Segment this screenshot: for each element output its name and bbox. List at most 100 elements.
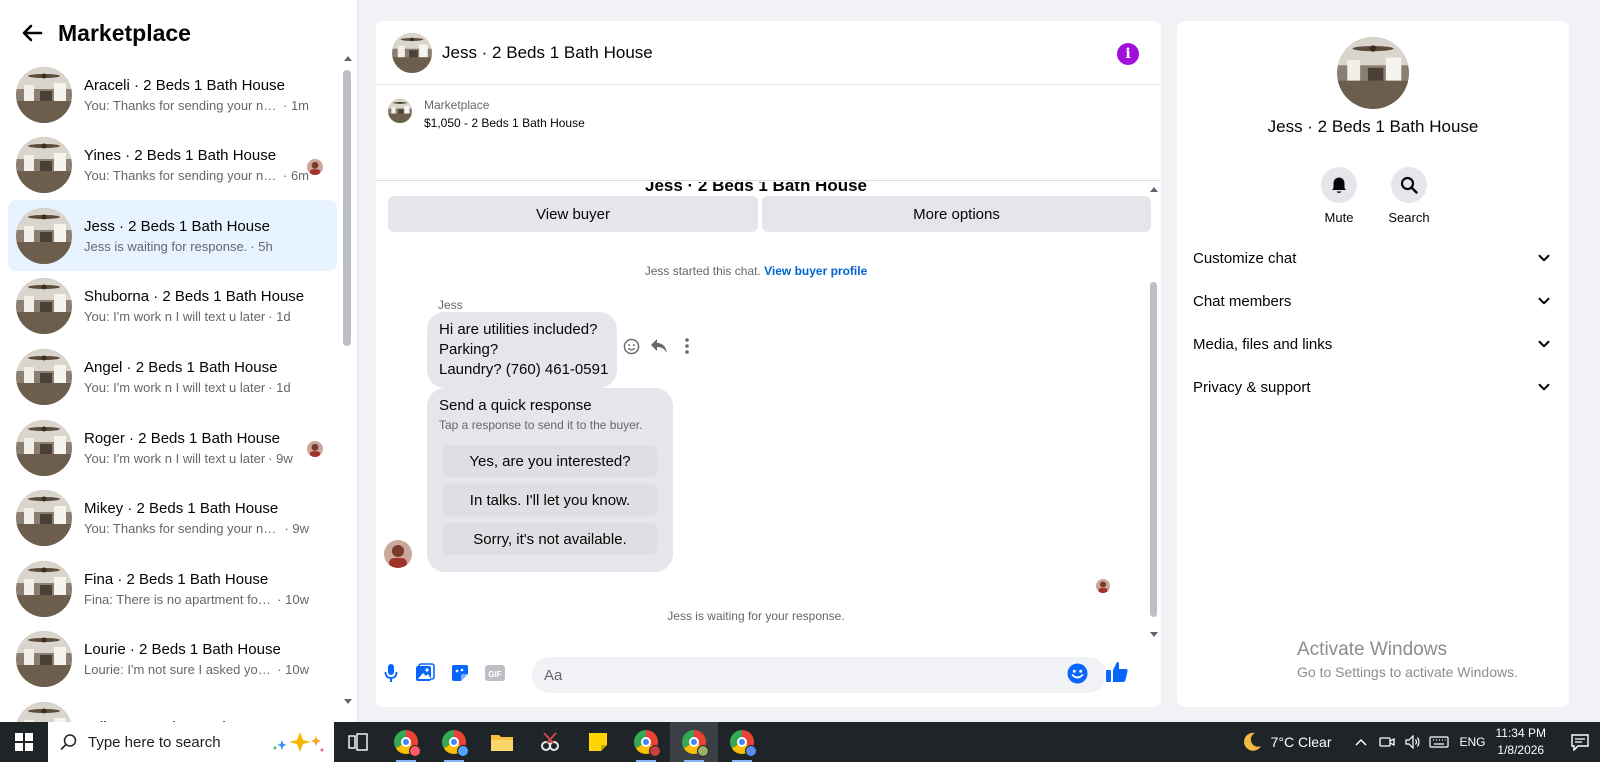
mute-button[interactable]: Mute: [1309, 167, 1369, 225]
conversation-text: Angel · 2 Beds 1 Bath House You: I'm work…: [84, 359, 309, 395]
quick-response-option-interested[interactable]: Yes, are you interested?: [443, 445, 657, 477]
system-tray: 7°C Clear ENG 11:34 PM 1/8/2026: [1241, 722, 1600, 762]
conversation-name: Yines · 2 Beds 1 Bath House: [84, 147, 277, 165]
like-thumbs-up-icon[interactable]: [1105, 660, 1129, 684]
chrome-profile-3-icon[interactable]: [622, 722, 670, 762]
message-bubble[interactable]: Hi are utilities included? Parking? Laun…: [427, 312, 617, 388]
chevron-down-icon: [1535, 378, 1553, 396]
view-buyer-profile-link[interactable]: View buyer profile: [764, 264, 867, 278]
listing-thumbnail[interactable]: [388, 99, 412, 123]
customize-chat-section[interactable]: Customize chat: [1193, 243, 1553, 273]
conversation-item[interactable]: Roger · 2 Beds 1 Bath House You: I'm work…: [8, 412, 337, 483]
sticker-icon[interactable]: [449, 662, 471, 684]
task-view-icon[interactable]: [334, 722, 382, 762]
conversation-text: Jess · 2 Beds 1 Bath House Jess is waitin…: [84, 218, 309, 254]
chrome-profile-4-icon[interactable]: [670, 722, 718, 762]
preview-time: · 6m: [283, 168, 309, 184]
gif-icon[interactable]: GIF: [484, 662, 506, 684]
chrome-profile-1-icon[interactable]: [382, 722, 430, 762]
windows-taskbar: Type here to search 7°C Clear ENG 11:34 …: [0, 722, 1600, 762]
sender-avatar[interactable]: [384, 540, 412, 568]
conversation-item[interactable]: Yines · 2 Beds 1 Bath House You: Thanks f…: [8, 130, 337, 201]
weather-widget[interactable]: 7°C Clear: [1241, 731, 1332, 753]
scroll-down-arrow-icon[interactable]: [344, 699, 352, 704]
chrome-profile-2-icon[interactable]: [430, 722, 478, 762]
file-explorer-icon[interactable]: [478, 722, 526, 762]
conversation-avatar: [16, 561, 72, 617]
chat-scrollbar[interactable]: [1148, 182, 1160, 637]
conversation-text: Mikey · 2 Beds 1 Bath House You: Thanks f…: [84, 500, 309, 536]
more-vertical-icon[interactable]: [678, 337, 696, 355]
conversation-item[interactable]: Araceli · 2 Beds 1 Bath House You: Thanks…: [8, 59, 337, 130]
chat-scroll-thumb[interactable]: [1150, 282, 1157, 617]
windows-start-icon[interactable]: [0, 722, 48, 762]
message-line: Laundry? (760) 461-0591: [439, 361, 609, 378]
preview-time: · 1d: [268, 379, 291, 395]
emoji-icon[interactable]: [1066, 662, 1088, 684]
search-button[interactable]: Search: [1379, 167, 1439, 225]
message-input[interactable]: [532, 657, 1106, 693]
started-text: Jess started this chat.: [644, 264, 761, 278]
media-files-links-section[interactable]: Media, files and links: [1193, 329, 1553, 359]
message-actions: [622, 337, 696, 355]
section-label: Chat members: [1193, 292, 1292, 310]
conversation-preview: You: Thanks for sending your num... · 1m: [84, 98, 309, 113]
waiting-notice: Jess is waiting for your response.: [667, 609, 845, 623]
reply-icon[interactable]: [650, 337, 668, 355]
conversation-item[interactable]: Fina · 2 Beds 1 Bath House Fina: There is…: [8, 553, 337, 624]
profile-avatar[interactable]: [1337, 37, 1409, 109]
microphone-icon[interactable]: [380, 662, 402, 684]
weather-text: 7°C Clear: [1270, 734, 1332, 750]
conversation-avatar: [16, 137, 72, 193]
chevron-up-icon[interactable]: [1350, 731, 1372, 753]
conversation-name: Mikey · 2 Beds 1 Bath House: [84, 500, 279, 518]
conversation-avatar: [16, 420, 72, 476]
conversation-preview: You: I'm work n I will text u later · 1d: [84, 380, 309, 395]
scroll-down-arrow-icon[interactable]: [1150, 632, 1158, 637]
preview-time: · 9w: [284, 521, 309, 537]
conversation-name: Angel · 2 Beds 1 Bath House: [84, 358, 278, 376]
conversation-item[interactable]: Julian · 2 Beds 1 Bath House: [8, 694, 337, 722]
conversation-name: Araceli · 2 Beds 1 Bath House: [84, 76, 285, 94]
sidebar-scroll-thumb[interactable]: [343, 70, 351, 346]
listing-banner: Marketplace $1,050 - 2 Beds 1 Bath House…: [376, 85, 1161, 232]
notifications-icon[interactable]: [1560, 722, 1600, 762]
quick-response-option-in-talks[interactable]: In talks. I'll let you know.: [443, 484, 657, 516]
snipping-tool-icon[interactable]: [526, 722, 574, 762]
sidebar-scrollbar[interactable]: [341, 54, 355, 722]
sticky-notes-icon[interactable]: [574, 722, 622, 762]
scroll-up-arrow-icon[interactable]: [344, 56, 352, 61]
profile-name: Jess · 2 Beds 1 Bath House: [1267, 117, 1479, 136]
watermark-line-1: Activate Windows: [1297, 639, 1447, 660]
scroll-up-arrow-icon[interactable]: [1150, 187, 1158, 192]
quick-response-option-not-available[interactable]: Sorry, it's not available.: [443, 523, 657, 555]
conversation-avatar: [16, 208, 72, 264]
conversation-item[interactable]: Mikey · 2 Beds 1 Bath House You: Thanks f…: [8, 483, 337, 554]
privacy-support-section[interactable]: Privacy & support: [1193, 372, 1553, 402]
keyboard-icon[interactable]: [1428, 731, 1450, 753]
chat-members-section[interactable]: Chat members: [1193, 286, 1553, 316]
chat-avatar[interactable]: [392, 33, 432, 73]
chevron-down-icon: [1535, 335, 1553, 353]
chat-title[interactable]: Jess · 2 Beds 1 Bath House: [442, 43, 653, 63]
info-icon[interactable]: i: [1117, 43, 1139, 65]
conversation-item[interactable]: Shuborna · 2 Beds 1 Bath House You: I'm w…: [8, 271, 337, 342]
preview-text: Fina: There is no apartment for tw...: [84, 591, 275, 607]
back-arrow-icon[interactable]: [20, 21, 44, 45]
photo-icon[interactable]: [414, 662, 436, 684]
gif-label: GIF: [488, 670, 501, 679]
conversation-item[interactable]: Lourie · 2 Beds 1 Bath House Lourie: I'm …: [8, 624, 337, 695]
taskbar-clock[interactable]: 11:34 PM 1/8/2026: [1496, 725, 1546, 759]
meet-now-icon[interactable]: [1376, 731, 1398, 753]
language-indicator[interactable]: ENG: [1460, 735, 1486, 749]
conversation-item[interactable]: Angel · 2 Beds 1 Bath House You: I'm work…: [8, 341, 337, 412]
preview-time: · 5h: [250, 238, 273, 254]
listing-price-title[interactable]: $1,050 - 2 Beds 1 Bath House: [424, 116, 585, 130]
conversation-item[interactable]: Jess · 2 Beds 1 Bath House Jess is waitin…: [8, 200, 337, 272]
volume-icon[interactable]: [1402, 731, 1424, 753]
taskbar-search-box[interactable]: Type here to search: [48, 722, 334, 762]
preview-text: You: Thanks for sending your num...: [84, 521, 282, 537]
react-emoji-icon[interactable]: [622, 337, 640, 355]
chrome-profile-5-icon[interactable]: [718, 722, 766, 762]
chat-window: Jess · 2 Beds 1 Bath House i Marketplace…: [376, 21, 1161, 707]
